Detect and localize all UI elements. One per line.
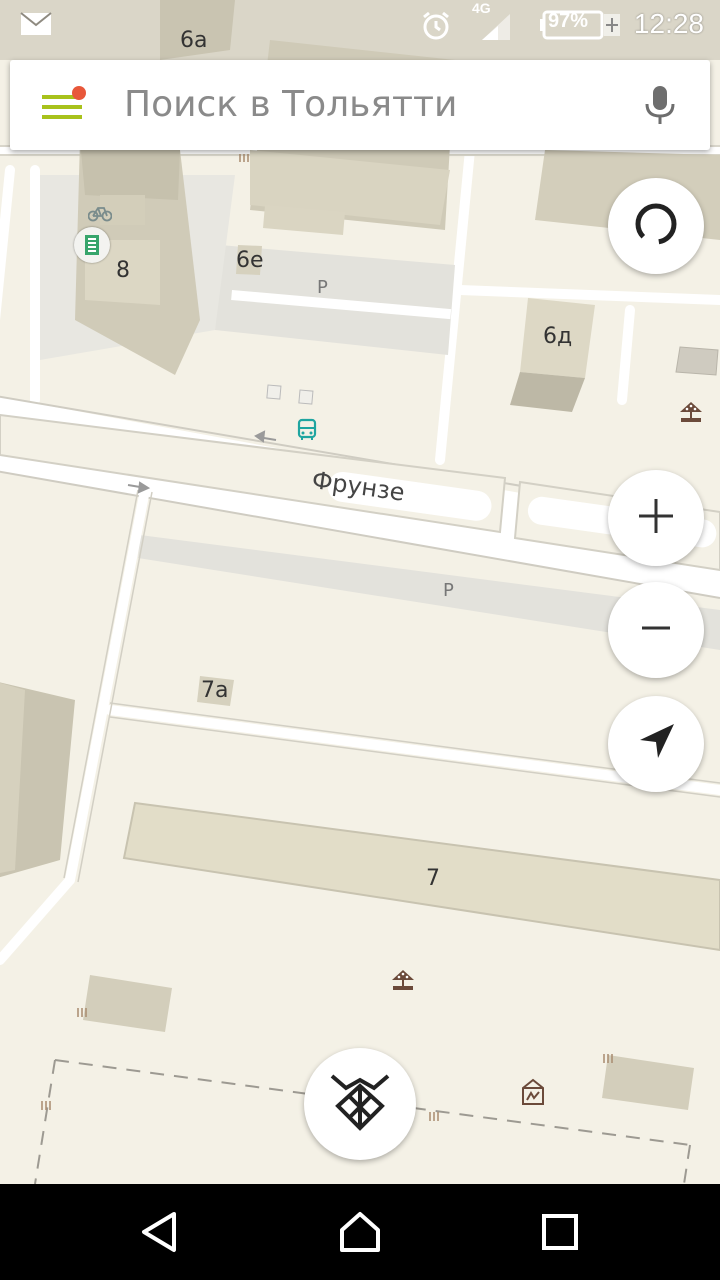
navigation-bar xyxy=(0,1184,720,1280)
bicycle-icon[interactable] xyxy=(87,204,113,222)
mail-icon xyxy=(20,12,52,40)
bus-stop-icon[interactable] xyxy=(296,418,318,442)
home-icon[interactable] xyxy=(330,1202,390,1262)
kindergarten-icon[interactable] xyxy=(520,1078,546,1106)
office-building-icon[interactable] xyxy=(74,227,110,263)
zoom-out-icon xyxy=(636,608,676,652)
back-icon[interactable] xyxy=(130,1202,190,1262)
yandex-logo-icon xyxy=(328,1070,392,1138)
my-location-button[interactable] xyxy=(608,696,704,792)
building-label-6e: 6е xyxy=(236,248,264,273)
compass-button[interactable] xyxy=(608,178,704,274)
status-bar: 4G 97% 12:28 xyxy=(0,0,720,50)
map-canvas[interactable] xyxy=(0,0,720,1184)
battery-level: 97% xyxy=(548,10,589,32)
yandex-logo-button[interactable] xyxy=(304,1048,416,1160)
zoom-in-button[interactable] xyxy=(608,470,704,566)
alarm-icon xyxy=(420,10,452,46)
building-label-8: 8 xyxy=(116,258,130,283)
clock: 12:28 xyxy=(633,8,704,39)
playground-icon[interactable] xyxy=(390,968,416,992)
compass-icon xyxy=(632,200,680,252)
zoom-out-button[interactable] xyxy=(608,582,704,678)
recents-icon[interactable] xyxy=(530,1202,590,1262)
zoom-in-icon xyxy=(636,496,676,540)
building-label-7a: 7а xyxy=(201,678,229,703)
parking-label: P xyxy=(443,580,454,601)
signal-icon xyxy=(480,12,512,46)
my-location-icon xyxy=(634,720,678,768)
building-label-6d: 6д xyxy=(543,324,573,349)
microphone-icon[interactable] xyxy=(644,84,676,126)
parking-label: P xyxy=(317,277,328,298)
building-label-7: 7 xyxy=(426,866,440,891)
notification-dot xyxy=(72,86,86,100)
playground-icon[interactable] xyxy=(678,400,704,424)
search-bar[interactable]: Поиск в Тольятти xyxy=(10,60,710,150)
search-input[interactable]: Поиск в Тольятти xyxy=(124,84,457,125)
